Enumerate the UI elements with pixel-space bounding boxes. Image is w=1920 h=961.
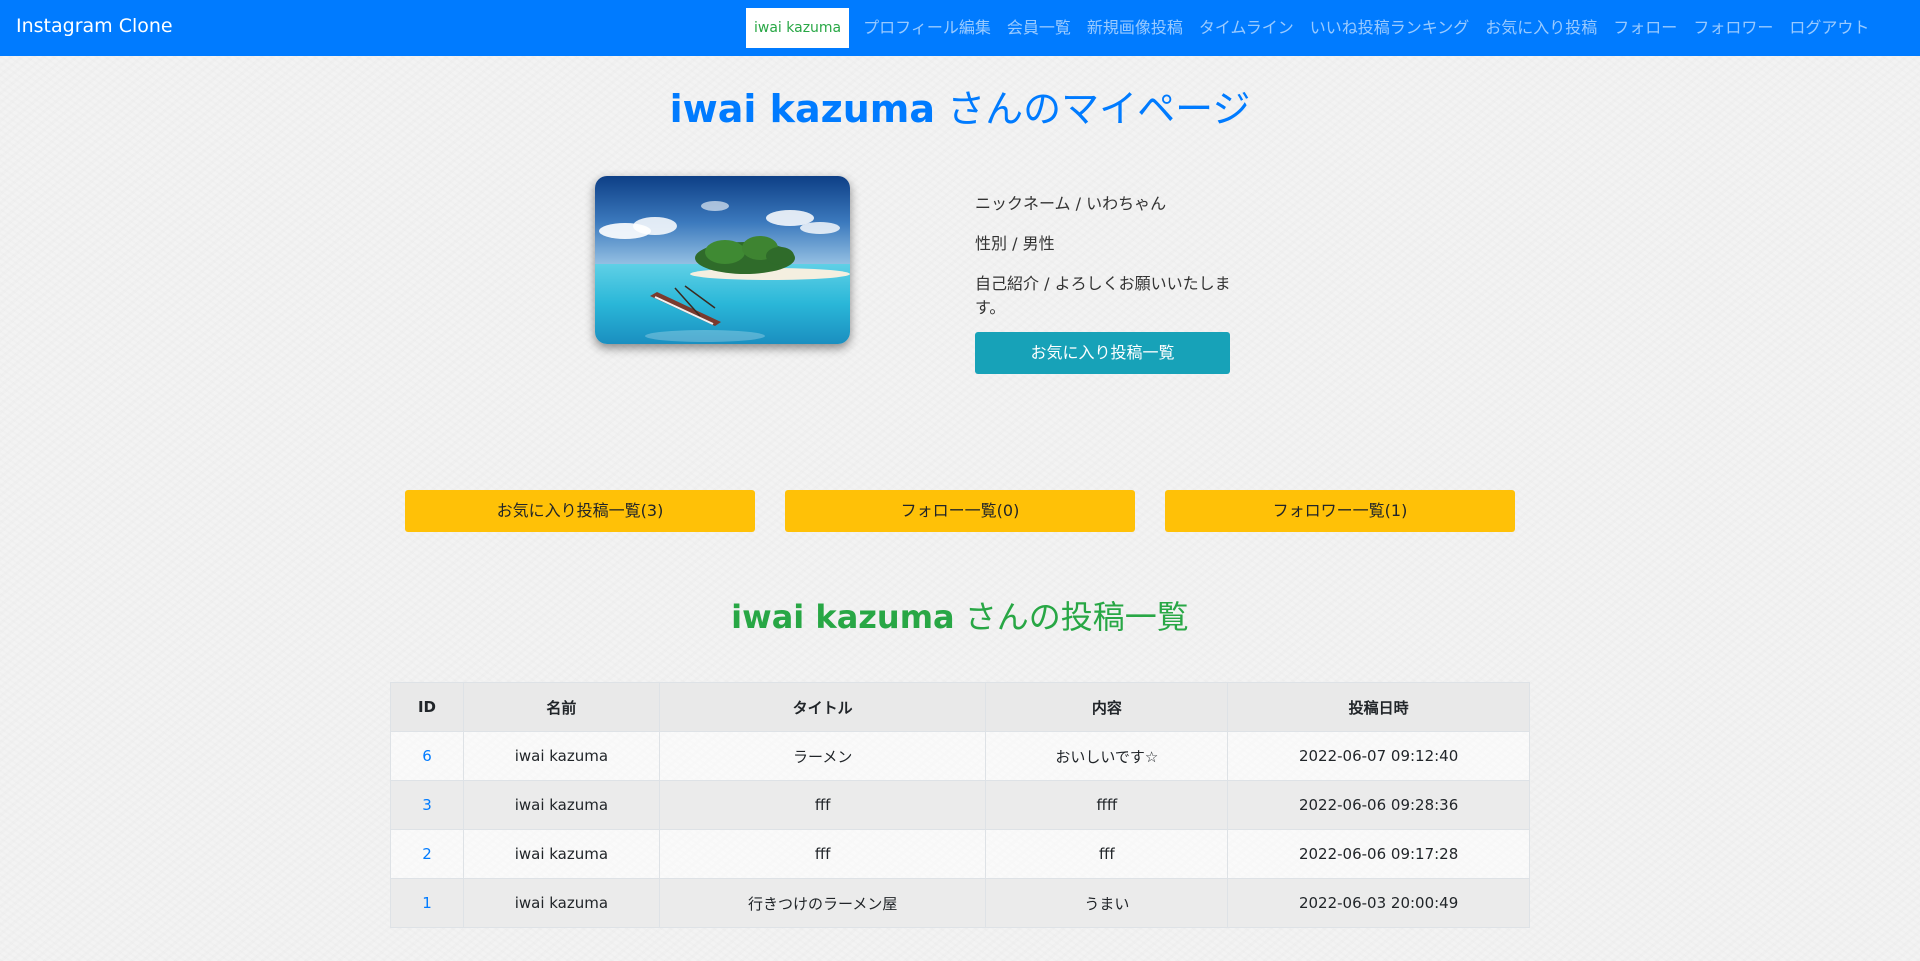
following-list-button[interactable]: フォロー一覧(0)	[785, 490, 1135, 532]
cell-content: ffff	[985, 780, 1229, 830]
table-row: 6 iwai kazuma ラーメン おいしいです☆ 2022-06-07 09…	[390, 731, 1530, 781]
cell-content: うまい	[985, 878, 1229, 928]
table-header-row: ID 名前 タイトル 内容 投稿日時	[390, 682, 1530, 732]
cell-name: iwai kazuma	[462, 829, 660, 879]
nav-timeline[interactable]: タイムライン	[1191, 8, 1302, 48]
cell-posted-at: 2022-06-06 09:17:28	[1227, 829, 1530, 879]
cell-id: 2	[390, 829, 464, 879]
favorites-list-button[interactable]: お気に入り投稿一覧	[975, 332, 1230, 374]
table-row: 3 iwai kazuma fff ffff 2022-06-06 09:28:…	[390, 780, 1530, 830]
cell-content: fff	[985, 829, 1229, 879]
cell-id: 6	[390, 731, 464, 781]
profile-bio: 自己紹介 / よろしくお願いいたします。	[975, 274, 1231, 317]
cell-posted-at: 2022-06-03 20:00:49	[1227, 878, 1530, 928]
header-name: 名前	[462, 682, 660, 732]
nav-profile-edit[interactable]: プロフィール編集	[855, 8, 999, 48]
island-photo	[595, 176, 850, 344]
cell-title: ラーメン	[658, 731, 987, 781]
nav-menu: iwai kazuma プロフィール編集 会員一覧 新規画像投稿 タイムライン …	[746, 8, 1877, 48]
nav-like-ranking[interactable]: いいね投稿ランキング	[1302, 8, 1478, 48]
posts-title-suffix: さんの投稿一覧	[954, 598, 1189, 636]
header-posted-at: 投稿日時	[1227, 682, 1530, 732]
navbar: Instagram Clone iwai kazuma プロフィール編集 会員一…	[0, 0, 1920, 56]
cell-name: iwai kazuma	[462, 878, 660, 928]
profile-info: ニックネーム / いわちゃん 性別 / 男性 自己紹介 / よろしくお願いいたし…	[975, 192, 1235, 374]
cell-posted-at: 2022-06-06 09:28:36	[1227, 780, 1530, 830]
cell-title: 行きつけのラーメン屋	[658, 878, 987, 928]
cell-name: iwai kazuma	[462, 780, 660, 830]
header-content: 内容	[985, 682, 1229, 732]
cell-name: iwai kazuma	[462, 731, 660, 781]
nav-follow[interactable]: フォロー	[1605, 8, 1685, 48]
post-id-link[interactable]: 1	[422, 894, 432, 912]
page-title-suffix: さんのマイページ	[935, 87, 1251, 131]
nav-member-list[interactable]: 会員一覧	[999, 8, 1079, 48]
header-title: タイトル	[658, 682, 987, 732]
profile-image	[595, 176, 850, 344]
profile-nickname: ニックネーム / いわちゃん	[975, 194, 1167, 213]
nav-logout[interactable]: ログアウト	[1781, 8, 1877, 48]
posts-table: ID 名前 タイトル 内容 投稿日時 6 iwai kazuma ラーメン おい…	[390, 682, 1530, 928]
favorite-posts-button[interactable]: お気に入り投稿一覧(3)	[405, 490, 755, 532]
cell-title: fff	[658, 780, 987, 830]
cell-id: 3	[390, 780, 464, 830]
posts-title-username: iwai kazuma	[731, 598, 955, 636]
post-id-link[interactable]: 3	[422, 796, 432, 814]
table-row: 1 iwai kazuma 行きつけのラーメン屋 うまい 2022-06-03 …	[390, 878, 1530, 928]
nav-favorites[interactable]: お気に入り投稿	[1477, 8, 1605, 48]
post-id-link[interactable]: 2	[422, 845, 432, 863]
profile-gender: 性別 / 男性	[975, 234, 1055, 253]
nav-current-user[interactable]: iwai kazuma	[746, 8, 850, 48]
followers-list-button[interactable]: フォロワー一覧(1)	[1165, 490, 1515, 532]
header-id: ID	[390, 682, 464, 732]
nav-new-post[interactable]: 新規画像投稿	[1079, 8, 1191, 48]
cell-posted-at: 2022-06-07 09:12:40	[1227, 731, 1530, 781]
table-row: 2 iwai kazuma fff fff 2022-06-06 09:17:2…	[390, 829, 1530, 879]
page-title: iwai kazuma さんのマイページ	[0, 78, 1920, 133]
brand-link[interactable]: Instagram Clone	[16, 15, 173, 37]
posts-section-title: iwai kazuma さんの投稿一覧	[0, 592, 1920, 638]
cell-content: おいしいです☆	[985, 731, 1229, 781]
page-title-username: iwai kazuma	[669, 87, 936, 131]
action-buttons: お気に入り投稿一覧(3) フォロー一覧(0) フォロワー一覧(1)	[405, 490, 1515, 532]
cell-title: fff	[658, 829, 987, 879]
cell-id: 1	[390, 878, 464, 928]
post-id-link[interactable]: 6	[422, 747, 432, 765]
nav-followers[interactable]: フォロワー	[1685, 8, 1781, 48]
